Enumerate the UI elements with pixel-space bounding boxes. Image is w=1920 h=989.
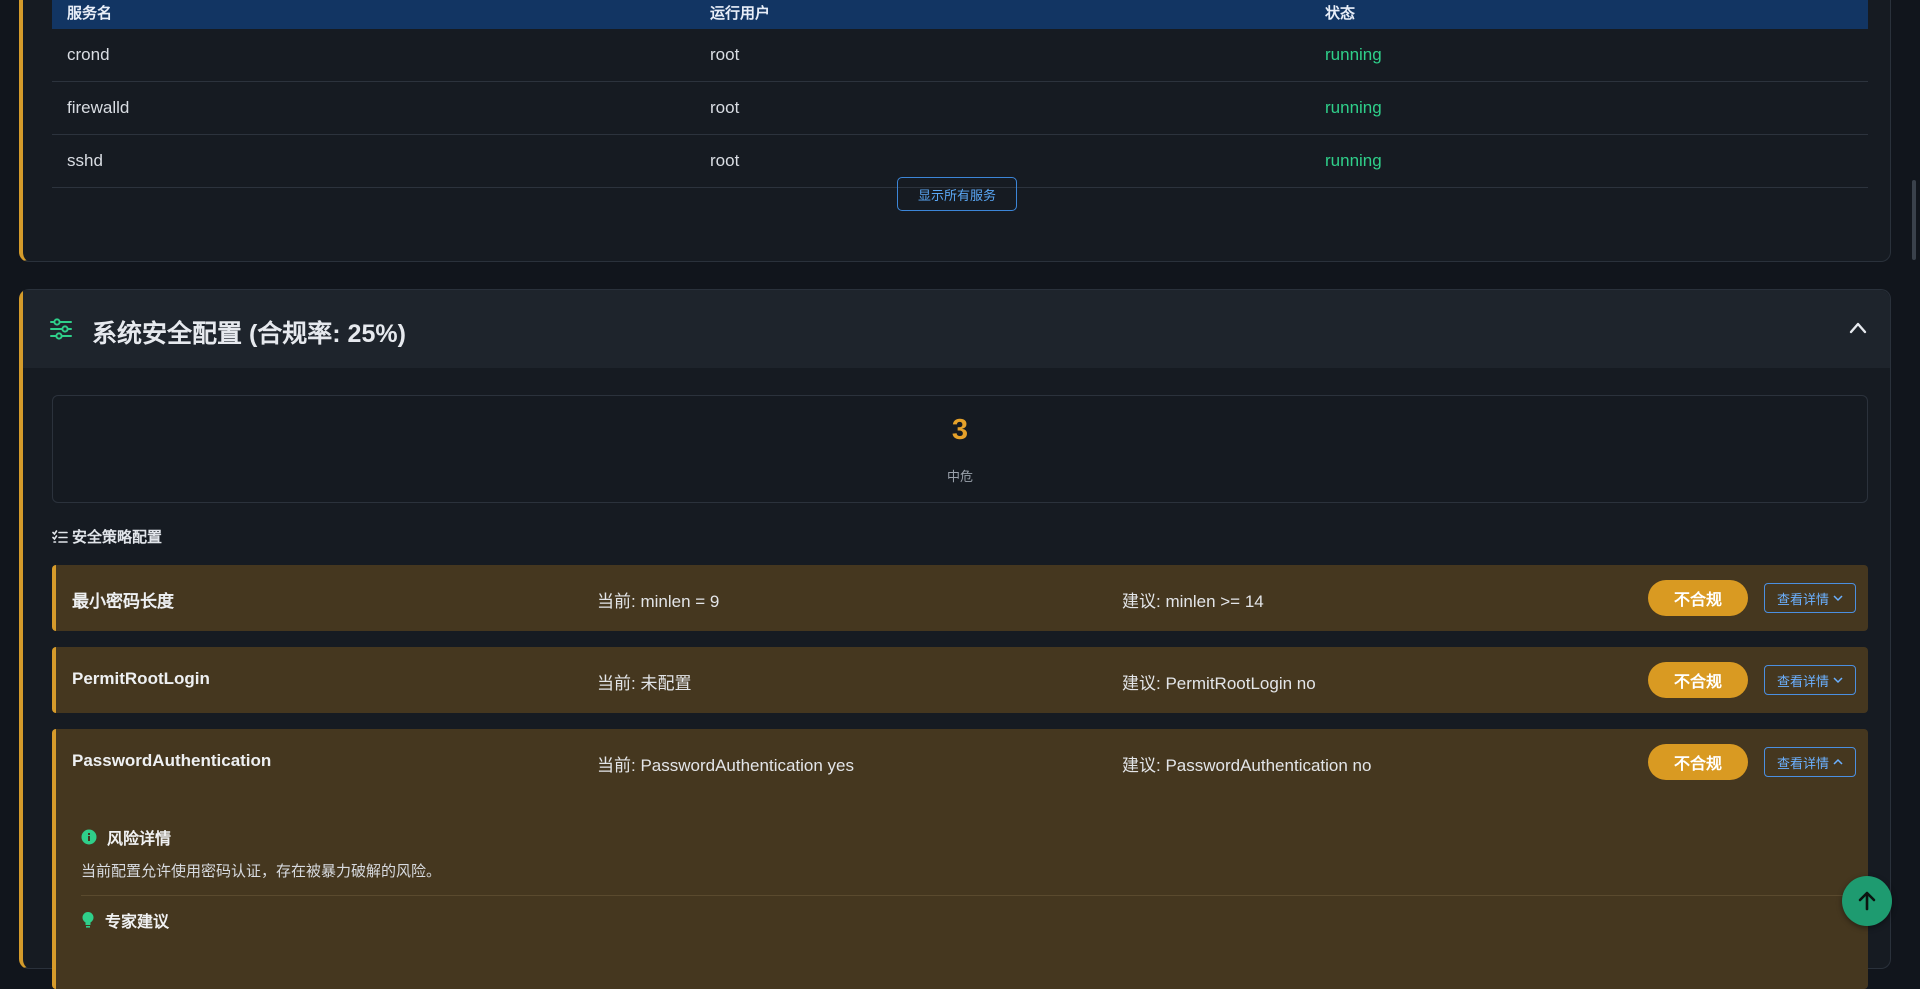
view-details-button[interactable]: 查看详情 (1764, 665, 1856, 695)
config-title: 系统安全配置 (合规率: 25%) (92, 320, 406, 348)
header-run-user: 运行用户 (710, 5, 771, 22)
chevron-up-icon (1833, 758, 1843, 765)
security-config-card: 系统安全配置 (合规率: 25%) 3 中危 安全策略配置 最小密码长度 当前:… (19, 289, 1891, 989)
policy-suggestion: 建议: minlen >= 14 (1122, 592, 1264, 611)
service-user: root (710, 151, 740, 170)
service-status: running (1325, 151, 1382, 170)
noncompliant-badge: 不合规 (1648, 662, 1748, 698)
risk-detail-title: 风险详情 (107, 831, 172, 848)
risk-stat-box: 3 中危 (52, 395, 1868, 503)
service-user: root (710, 45, 740, 64)
policy-name: PermitRootLogin (72, 669, 210, 688)
policy-name: 最小密码长度 (72, 592, 174, 611)
chevron-up-icon[interactable] (1848, 318, 1868, 338)
policy-section-title: 安全策略配置 (52, 526, 162, 547)
expert-advice-title: 专家建议 (105, 914, 170, 931)
policy-current: 当前: PasswordAuthentication yes (597, 756, 855, 775)
info-icon (81, 829, 97, 845)
policy-row: 最小密码长度 当前: minlen = 9 建议: minlen >= 14 不… (52, 565, 1868, 631)
service-status: running (1325, 98, 1382, 117)
expert-advice-heading: 专家建议 (81, 908, 169, 932)
policy-row: PermitRootLogin 当前: 未配置 建议: PermitRootLo… (52, 647, 1868, 713)
table-row: firewalld root running (52, 82, 1868, 135)
header-service-name: 服务名 (67, 5, 113, 22)
policy-detail-panel: 风险详情 当前配置允许使用密码认证，存在被暴力破解的风险。 专家建议 (56, 795, 1868, 989)
policy-name: PasswordAuthentication (72, 751, 272, 770)
service-name: sshd (67, 151, 103, 170)
config-header[interactable]: 系统安全配置 (合规率: 25%) (23, 290, 1890, 368)
show-all-services-button[interactable]: 显示所有服务 (897, 177, 1017, 211)
lightbulb-icon (82, 912, 94, 928)
service-name: crond (67, 45, 110, 64)
services-card: 服务名 运行用户 状态 crond root running firewalld… (19, 0, 1891, 262)
chevron-down-icon (1833, 595, 1843, 602)
service-name: firewalld (67, 98, 130, 117)
policy-current: 当前: 未配置 (597, 674, 692, 693)
service-user: root (710, 98, 740, 117)
table-header: 服务名 运行用户 状态 (52, 0, 1868, 29)
risk-detail-text: 当前配置允许使用密码认证，存在被暴力破解的风险。 (81, 863, 442, 880)
scroll-to-top-button[interactable] (1842, 876, 1892, 926)
services-table: 服务名 运行用户 状态 crond root running firewalld… (52, 0, 1868, 188)
sliders-icon (50, 318, 72, 340)
risk-detail-heading: 风险详情 (81, 825, 171, 849)
view-details-button[interactable]: 查看详情 (1764, 583, 1856, 613)
noncompliant-badge: 不合规 (1648, 580, 1748, 616)
header-status: 状态 (1325, 5, 1356, 22)
view-details-label: 查看详情 (1776, 673, 1829, 689)
chevron-down-icon (1833, 677, 1843, 684)
policy-section-label: 安全策略配置 (72, 529, 163, 546)
service-status: running (1325, 45, 1382, 64)
view-details-label: 查看详情 (1776, 755, 1829, 771)
arrow-up-icon (1858, 891, 1876, 911)
policy-suggestion: 建议: PasswordAuthentication no (1122, 756, 1372, 775)
policy-row-expanded: PasswordAuthentication 当前: PasswordAuthe… (52, 729, 1868, 989)
table-row: crond root running (52, 29, 1868, 82)
policy-current: 当前: minlen = 9 (597, 592, 720, 611)
scrollbar-thumb[interactable] (1912, 180, 1916, 260)
medium-risk-count: 3 (951, 414, 969, 446)
hide-details-button[interactable]: 查看详情 (1764, 747, 1856, 777)
noncompliant-badge: 不合规 (1648, 744, 1748, 780)
view-details-label: 查看详情 (1776, 591, 1829, 607)
list-check-icon (52, 529, 68, 543)
divider (81, 895, 1848, 896)
policy-suggestion: 建议: PermitRootLogin no (1122, 674, 1316, 693)
medium-risk-label: 中危 (946, 469, 973, 484)
